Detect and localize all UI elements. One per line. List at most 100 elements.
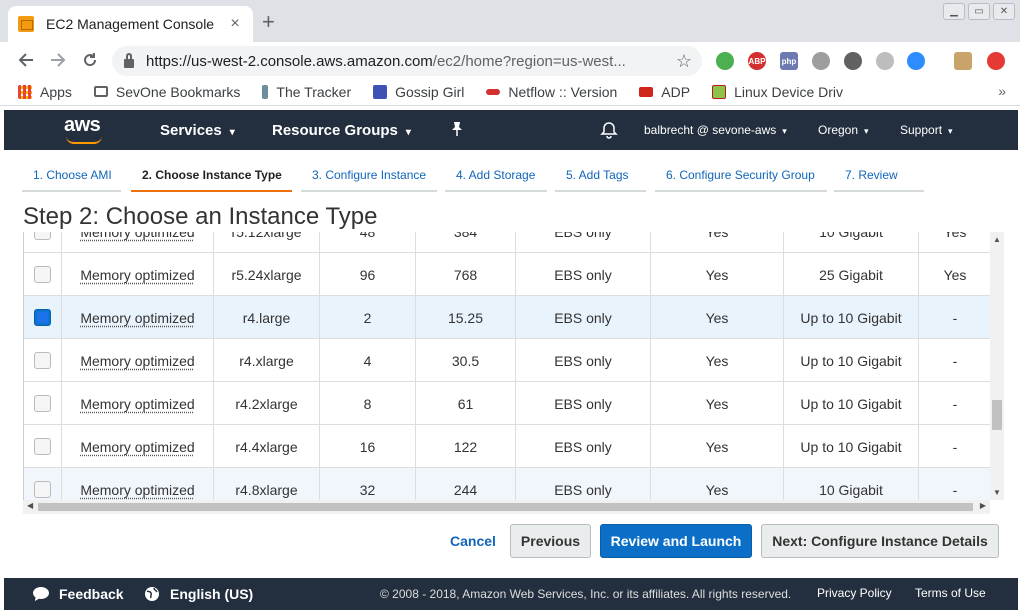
network-text: Up to 10 Gigabit	[800, 438, 902, 455]
scrollbar-thumb[interactable]	[38, 503, 973, 511]
review-and-launch-button[interactable]: Review and Launch	[600, 524, 752, 558]
linux-book-icon	[712, 84, 727, 99]
gear-extension-icon[interactable]	[844, 52, 862, 70]
page-title: Step 2: Choose an Instance Type	[23, 203, 378, 230]
family-cell: Memory optimized	[62, 232, 214, 253]
address-bar[interactable]: https://us-west-2.console.aws.amazon.com…	[112, 46, 702, 76]
back-button[interactable]	[13, 48, 39, 72]
vcpus-cell: 4	[320, 339, 416, 382]
row-select-checkbox[interactable]	[34, 438, 51, 455]
reload-button[interactable]	[77, 48, 103, 72]
profile-avatar-icon[interactable]	[954, 52, 972, 70]
new-tab-button[interactable]: +	[262, 11, 275, 33]
table-horizontal-scrollbar[interactable]: ◀ ▶	[23, 500, 990, 514]
wizard-step-configure-instance[interactable]: 3. Configure Instance	[301, 160, 437, 192]
vcpus-text: 2	[363, 309, 372, 326]
forward-button[interactable]	[45, 48, 71, 72]
wizard-step-review[interactable]: 7. Review	[834, 160, 924, 192]
select-cell	[24, 253, 62, 296]
maximize-window-button[interactable]: ▭	[968, 3, 990, 20]
type-cell: r4.xlarge	[214, 339, 320, 382]
maps-extension-icon[interactable]	[716, 52, 734, 70]
ipv6-cell: -	[919, 382, 990, 425]
family-text[interactable]: Memory optimized	[80, 396, 194, 412]
family-text[interactable]: Memory optimized	[80, 482, 194, 498]
wizard-step-choose-ami[interactable]: 1. Choose AMI	[22, 160, 121, 192]
privacy-policy-link[interactable]: Privacy Policy	[817, 586, 892, 600]
bookmark-sevone[interactable]: SevOne Bookmarks	[93, 84, 240, 100]
type-cell: r4.2xlarge	[214, 382, 320, 425]
wizard-step-add-storage[interactable]: 4. Add Storage	[445, 160, 547, 192]
bookmark-linux-device[interactable]: Linux Device Driv	[712, 84, 843, 100]
lock-icon	[124, 52, 134, 68]
row-select-checkbox[interactable]	[34, 481, 51, 498]
terms-of-use-link[interactable]: Terms of Use	[915, 586, 986, 600]
adblock-plus-icon[interactable]: ABP	[748, 52, 766, 70]
family-text[interactable]: Memory optimized	[80, 232, 194, 240]
family-text[interactable]: Memory optimized	[80, 267, 194, 283]
tab-close-icon[interactable]: ×	[227, 15, 243, 33]
table-vertical-scrollbar[interactable]: ▲ ▼	[990, 232, 1004, 500]
resource-groups-label: Resource Groups	[272, 122, 398, 139]
apps-grid-icon	[18, 84, 32, 99]
family-text[interactable]: Memory optimized	[80, 310, 194, 326]
wizard-step-configure-security-group[interactable]: 6. Configure Security Group	[655, 160, 827, 192]
scrollbar-thumb[interactable]	[992, 400, 1002, 430]
region-menu[interactable]: Oregon ▾	[818, 123, 869, 137]
bookmark-adp[interactable]: ADP	[639, 84, 690, 100]
speech-bubble-icon	[33, 587, 49, 601]
storage-cell: EBS only	[516, 232, 651, 253]
tracker-icon	[262, 84, 269, 99]
update-icon[interactable]	[987, 52, 1005, 70]
table-row[interactable]: Memory optimized r4.4xlarge 16 122 EBS only Y…	[24, 425, 990, 468]
php-extension-icon[interactable]: php	[780, 52, 798, 70]
more-bookmarks-button[interactable]: »	[998, 83, 1006, 99]
select-cell	[24, 468, 62, 500]
minimize-window-button[interactable]: ▁	[943, 3, 965, 20]
table-row[interactable]: Memory optimized r4.8xlarge 32 244 EBS only Y…	[24, 468, 990, 500]
close-window-button[interactable]: ✕	[993, 3, 1015, 20]
circle-extension-icon[interactable]	[876, 52, 894, 70]
feedback-button[interactable]: Feedback	[32, 586, 124, 602]
select-cell	[24, 425, 62, 468]
next-configure-instance-button[interactable]: Next: Configure Instance Details	[761, 524, 999, 558]
bookmark-tracker[interactable]: The Tracker	[262, 84, 351, 100]
language-selector[interactable]: English (US)	[144, 586, 253, 602]
table-row[interactable]: Memory optimized r4.xlarge 4 30.5 EBS only Ye…	[24, 339, 990, 382]
memory-text: 30.5	[451, 352, 480, 369]
notifications-button[interactable]	[600, 121, 618, 142]
globe-extension-icon[interactable]	[812, 52, 830, 70]
globe-icon	[145, 587, 159, 601]
bookmark-netflow[interactable]: Netflow :: Version	[486, 84, 617, 100]
row-select-checkbox[interactable]	[34, 266, 51, 283]
wizard-step-add-tags[interactable]: 5. Add Tags	[555, 160, 646, 192]
wizard-step-choose-instance-type[interactable]: 2. Choose Instance Type	[131, 160, 292, 192]
row-select-checkbox[interactable]	[34, 352, 51, 369]
family-text[interactable]: Memory optimized	[80, 353, 194, 369]
row-select-checkbox[interactable]	[34, 309, 51, 326]
table-row[interactable]: Memory optimized r4.2xlarge 8 61 EBS only Yes…	[24, 382, 990, 425]
previous-button[interactable]: Previous	[510, 524, 591, 558]
cancel-button[interactable]: Cancel	[446, 524, 500, 558]
bookmark-gossip-girl[interactable]: Gossip Girl	[373, 84, 464, 100]
zoom-extension-icon[interactable]	[907, 52, 925, 70]
scroll-left-arrow-icon[interactable]: ◀	[27, 501, 33, 510]
scroll-down-arrow-icon[interactable]: ▼	[993, 488, 1001, 497]
table-row[interactable]: Memory optimized r4.large 2 15.25 EBS only Ye…	[24, 296, 990, 339]
browser-tab[interactable]: EC2 Management Console ×	[8, 6, 253, 42]
account-menu[interactable]: balbrecht @ sevone-aws ▾	[644, 123, 787, 137]
row-select-checkbox[interactable]	[34, 232, 51, 240]
bookmark-apps[interactable]: Apps	[18, 84, 72, 100]
pin-button[interactable]	[450, 121, 464, 141]
aws-logo[interactable]: aws	[64, 114, 108, 144]
family-text[interactable]: Memory optimized	[80, 439, 194, 455]
table-row[interactable]: Memory optimized r5.12xlarge 48 384 EBS only…	[24, 232, 990, 253]
services-menu[interactable]: Services ▾	[160, 122, 235, 139]
support-menu[interactable]: Support ▾	[900, 123, 953, 137]
table-row[interactable]: Memory optimized r5.24xlarge 96 768 EBS only…	[24, 253, 990, 296]
scroll-up-arrow-icon[interactable]: ▲	[993, 235, 1001, 244]
bookmark-star-icon[interactable]: ☆	[676, 51, 692, 72]
scroll-right-arrow-icon[interactable]: ▶	[980, 501, 986, 510]
row-select-checkbox[interactable]	[34, 395, 51, 412]
resource-groups-menu[interactable]: Resource Groups ▾	[272, 122, 411, 139]
